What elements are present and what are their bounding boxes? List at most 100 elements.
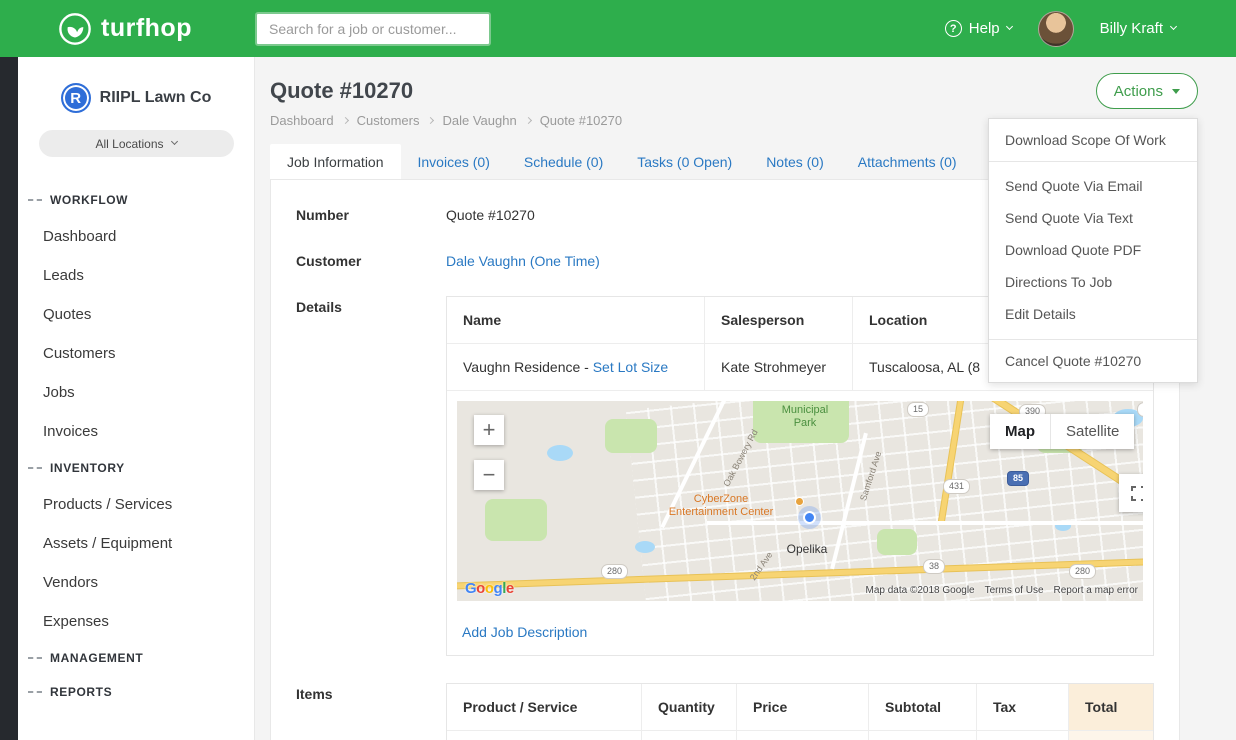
sidebar-item-products-services[interactable]: Products / Services [18,485,254,524]
breadcrumb-dale-vaughn[interactable]: Dale Vaughn [442,113,516,128]
sidebar: R RIIPL Lawn Co All Locations WORKFLOW D… [18,57,255,740]
section-dash-icon [28,691,42,693]
company-logo-icon: R [61,83,91,113]
caret-down-icon [1172,89,1180,94]
section-dash-icon [28,467,42,469]
sidebar-item-customers[interactable]: Customers [18,334,254,373]
map[interactable]: Samford Ave 2nd Ave Oak Bowery Rd 15 390… [457,401,1143,601]
breadcrumb-customers[interactable]: Customers [357,113,420,128]
items-header-quantity: Quantity [642,684,737,731]
items-header-total: Total [1069,684,1153,731]
items-row-cell [447,731,642,740]
items-header-subtotal: Subtotal [869,684,977,731]
zoom-in-button[interactable]: + [474,415,504,445]
customer-name-link[interactable]: Dale Vaughn [446,253,526,269]
tab-schedule[interactable]: Schedule (0) [507,144,620,179]
breadcrumb-dashboard[interactable]: Dashboard [270,113,334,128]
map-water [635,541,655,553]
tab-tasks[interactable]: Tasks (0 Open) [620,144,749,179]
company-name: RIIPL Lawn Co [100,89,212,107]
global-search-input[interactable] [255,12,491,46]
tab-invoices[interactable]: Invoices (0) [401,144,507,179]
menu-item-download-quote-pdf[interactable]: Download Quote PDF [989,234,1197,266]
location-filter-label: All Locations [95,137,163,151]
menu-item-send-quote-via-email[interactable]: Send Quote Via Email [989,170,1197,202]
report-map-error-link[interactable]: Report a map error [1054,585,1138,596]
sidebar-item-dashboard[interactable]: Dashboard [18,217,254,256]
place-label-municipal-park: Municipal Park [757,404,853,430]
map-type-map-button[interactable]: Map [990,414,1050,449]
sidebar-item-assets-equipment[interactable]: Assets / Equipment [18,524,254,563]
sidebar-section-inventory: INVENTORY [18,451,254,485]
map-water [547,445,573,461]
avatar[interactable] [1038,11,1074,47]
sidebar-item-vendors[interactable]: Vendors [18,563,254,602]
details-header-salesperson: Salesperson [705,297,853,344]
road-shield-280: 280 [601,564,628,579]
help-label: Help [969,20,1000,37]
items-header-tax: Tax [977,684,1069,731]
customer-value: Dale Vaughn (One Time) [446,250,600,269]
sidebar-item-leads[interactable]: Leads [18,256,254,295]
map-park-area [605,419,657,453]
actions-dropdown: Download Scope Of Work Send Quote Via Em… [988,118,1198,383]
map-park-area [485,499,547,541]
sidebar-item-expenses[interactable]: Expenses [18,602,254,641]
menu-item-edit-details[interactable]: Edit Details [989,298,1197,330]
items-header-price: Price [737,684,869,731]
menu-item-send-quote-via-text[interactable]: Send Quote Via Text [989,202,1197,234]
map-marker[interactable] [803,511,816,524]
menu-item-directions-to-job[interactable]: Directions To Job [989,266,1197,298]
details-header-name: Name [447,297,705,344]
top-header: turfhop ? Help Billy Kraft [0,0,1236,57]
actions-button[interactable]: Actions [1096,73,1198,109]
chevron-down-icon [1170,23,1177,30]
fullscreen-icon [1131,486,1144,501]
tab-job-information[interactable]: Job Information [270,144,401,179]
set-lot-size-link[interactable]: Set Lot Size [593,359,669,375]
details-label: Details [296,296,446,656]
section-dash-icon [28,199,42,201]
add-job-description-link[interactable]: Add Job Description [462,624,587,640]
menu-item-download-scope-of-work[interactable]: Download Scope Of Work [989,119,1197,162]
items-row-cell [1069,731,1153,740]
fullscreen-button[interactable] [1119,474,1143,512]
sidebar-section-reports[interactable]: REPORTS [18,675,254,709]
zoom-out-button[interactable]: − [474,460,504,490]
sidebar-item-invoices[interactable]: Invoices [18,412,254,451]
google-logo[interactable]: Google [465,580,514,597]
menu-item-cancel-quote[interactable]: Cancel Quote #10270 [989,339,1197,382]
tab-attachments[interactable]: Attachments (0) [841,144,974,179]
items-table: Product / Service Quantity Price Subtota… [446,683,1154,740]
help-icon: ? [945,20,962,37]
map-road [707,521,1143,525]
chevron-right-icon [427,117,434,124]
map-type-satellite-button[interactable]: Satellite [1050,414,1134,449]
section-dash-icon [28,657,42,659]
breadcrumb-quote: Quote #10270 [540,113,622,128]
brand-name: turfhop [101,14,192,43]
sidebar-item-jobs[interactable]: Jobs [18,373,254,412]
tab-notes[interactable]: Notes (0) [749,144,841,179]
sidebar-section-workflow: WORKFLOW [18,183,254,217]
brand[interactable]: turfhop [0,12,255,46]
topbar-right: ? Help Billy Kraft [945,11,1236,47]
user-menu[interactable]: Billy Kraft [1100,20,1176,37]
details-cell-salesperson: Kate Strohmeyer [705,344,853,391]
sidebar-item-quotes[interactable]: Quotes [18,295,254,334]
sidebar-nav: WORKFLOW Dashboard Leads Quotes Customer… [18,183,254,709]
sidebar-section-management[interactable]: MANAGEMENT [18,641,254,675]
terms-of-use-link[interactable]: Terms of Use [985,585,1044,596]
location-filter[interactable]: All Locations [39,130,234,157]
items-field: Items Product / Service Quantity Price S… [296,683,1154,740]
help-menu[interactable]: ? Help [945,20,1012,37]
chevron-down-icon [170,138,177,145]
road-shield-431: 431 [943,479,970,494]
items-row-cell [869,731,977,740]
customer-type-link[interactable]: (One Time) [530,253,600,269]
place-label-cyberzone: CyberZone Entertainment Center [645,493,797,519]
left-rail [0,57,18,740]
chevron-right-icon [525,117,532,124]
details-cell-name: Vaughn Residence - Set Lot Size [447,344,705,391]
map-attribution: Map data ©2018 Google Terms of Use Repor… [865,585,1138,596]
